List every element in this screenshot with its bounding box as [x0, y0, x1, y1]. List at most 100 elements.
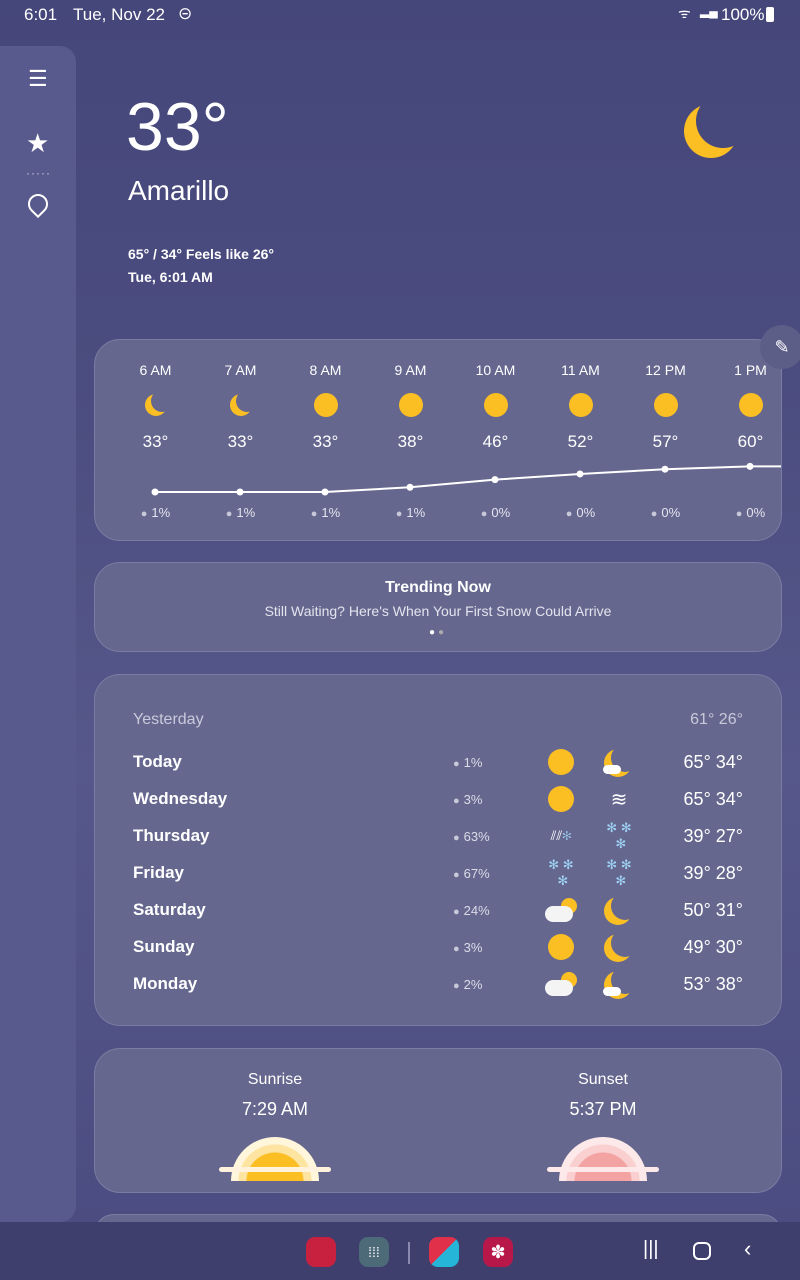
navigation-bar: ⁞⁞⁞ ✽ ||| ‹	[0, 1222, 800, 1280]
horizon-line	[547, 1167, 659, 1172]
add-location-icon[interactable]	[23, 189, 53, 219]
recents-button[interactable]: |||	[643, 1238, 659, 1261]
temp-point	[491, 476, 499, 484]
drop-icon: ●	[453, 979, 460, 992]
dock-divider	[408, 1242, 410, 1264]
temp-point	[661, 465, 669, 473]
wind-icon: ≋	[610, 788, 628, 811]
menu-icon[interactable]: ☰	[28, 66, 48, 92]
sidebar: ☰ ★ ·····	[0, 46, 76, 1222]
precip-value: 63%	[463, 828, 490, 844]
divider-dots: ·····	[26, 166, 51, 180]
yesterday-label: Yesterday	[133, 711, 204, 728]
trending-card[interactable]: Trending Now Still Waiting? Here's When …	[94, 562, 782, 652]
drop-icon: ●	[453, 942, 460, 955]
temp-point	[406, 483, 414, 491]
precip-value: 2%	[463, 976, 483, 992]
moon-cloud-icon	[599, 969, 639, 999]
day-precip: ● 3%	[453, 940, 482, 955]
wifi-icon: ᯤ	[678, 5, 691, 21]
horizon-line	[219, 1167, 331, 1172]
dnd-icon: ⊝	[178, 4, 193, 23]
drop-icon: ●	[453, 831, 460, 844]
day-name: Today	[133, 752, 182, 771]
day-precip: ● 63%	[453, 829, 490, 844]
day-name: Sunday	[133, 937, 195, 956]
drop-icon: ●	[453, 868, 460, 881]
day-name: Thursday	[133, 826, 210, 845]
partly-cloudy-icon	[541, 895, 581, 925]
day-temps: 50° 31°	[683, 899, 743, 920]
sunset-label: Sunset	[578, 1071, 628, 1088]
sun-icon	[541, 784, 581, 814]
day-precip: ● 24%	[453, 903, 490, 918]
recent-app-icon[interactable]	[429, 1237, 459, 1267]
battery-level: 100%	[721, 5, 765, 24]
star-icon[interactable]: ★	[26, 128, 49, 159]
temp-point	[576, 470, 584, 478]
status-time: 6:01	[24, 5, 58, 24]
camera-app-icon[interactable]	[306, 1237, 336, 1267]
moon-cloud-icon	[599, 747, 639, 777]
daily-row[interactable]: Sunday ● 3% 49° 30°	[133, 932, 743, 962]
snow-icon: ✻ ✻ ✻	[606, 857, 632, 888]
temp-line	[155, 465, 781, 493]
signal-icon: ▂▄	[700, 4, 718, 18]
status-bar: 6:01 Tue, Nov 22 ⊝ ᯤ ▂▄ 100%	[0, 0, 800, 30]
city-name: Amarillo	[128, 175, 230, 206]
flower-app-icon[interactable]: ✽	[483, 1237, 513, 1267]
daily-row[interactable]: Friday ● 67% ✻ ✻ ✻ ✻ ✻ ✻ 39° 28°	[133, 857, 743, 888]
day-name: Monday	[133, 974, 198, 993]
partly-cloudy-icon	[541, 969, 581, 999]
sunrise-icon	[231, 1137, 319, 1181]
back-button[interactable]: ‹	[744, 1236, 751, 1262]
day-name: Wednesday	[133, 789, 228, 808]
day-temps: 65° 34°	[683, 788, 743, 809]
sleet-icon: ⫽⫽✻	[550, 828, 572, 843]
temp-point	[236, 488, 244, 496]
edit-icon[interactable]: ✎	[760, 325, 800, 369]
drop-icon: ●	[453, 757, 460, 770]
precip-value: 24%	[463, 902, 490, 918]
day-precip: ● 3%	[453, 792, 482, 807]
temp-point	[321, 488, 329, 496]
drop-icon: ●	[453, 905, 460, 918]
moon-icon	[599, 932, 639, 962]
temp-point	[151, 488, 159, 496]
trending-title: Trending Now	[385, 579, 491, 596]
sunrise-label: Sunrise	[247, 1071, 303, 1088]
day-temps: 49° 30°	[683, 936, 743, 957]
daily-card: Yesterday 61° 26° Today ● 1% 65° 34° Wedn…	[94, 674, 782, 1026]
daily-row[interactable]: Today ● 1% 65° 34°	[133, 747, 743, 777]
sun-icon	[541, 747, 581, 777]
daily-row[interactable]: Wednesday ● 3% ≋ 65° 34°	[133, 784, 743, 814]
snow-icon: ✻ ✻ ✻	[548, 857, 574, 888]
page-indicator: ●●	[428, 627, 448, 638]
daily-row[interactable]: Saturday ● 24% 50° 31°	[133, 895, 743, 925]
daily-row[interactable]: Thursday ● 63% ⫽⫽✻ ✻ ✻ ✻ 39° 27°	[133, 820, 743, 851]
battery-icon	[766, 7, 774, 22]
day-precip: ● 67%	[453, 866, 490, 881]
sun-card: Sunrise 7:29 AM Sunset 5:37 PM	[94, 1048, 782, 1193]
day-temps: 53° 38°	[683, 973, 743, 994]
drop-icon: ●	[453, 794, 460, 807]
hourly-card: 6 AM 33° ● 1% 7 AM 33° ● 1% 8 AM 33° ● 1% 9 AM…	[94, 339, 782, 541]
trending-text: Still Waiting? Here's When Your First Sn…	[264, 603, 612, 619]
moon-icon	[599, 895, 639, 925]
snow-icon: ✻ ✻ ✻	[606, 820, 632, 851]
home-button[interactable]	[693, 1242, 711, 1260]
day-name: Friday	[133, 863, 185, 882]
sunset-icon	[559, 1137, 647, 1181]
apps-grid-icon[interactable]: ⁞⁞⁞	[359, 1237, 389, 1267]
precip-value: 3%	[463, 939, 483, 955]
daily-row[interactable]: Monday ● 2% 53° 38°	[133, 969, 743, 999]
precip-value: 3%	[463, 791, 483, 807]
day-temps: 65° 34°	[683, 751, 743, 772]
temp-point	[746, 462, 754, 470]
current-temp: 33°	[126, 89, 229, 165]
updated-time: Tue, 6:01 AM	[128, 269, 213, 285]
sunset-time: 5:37 PM	[569, 1099, 637, 1119]
yesterday-row: Yesterday 61° 26°	[133, 705, 743, 735]
sunrise-time: 7:29 AM	[241, 1099, 309, 1119]
day-name: Saturday	[133, 900, 206, 919]
